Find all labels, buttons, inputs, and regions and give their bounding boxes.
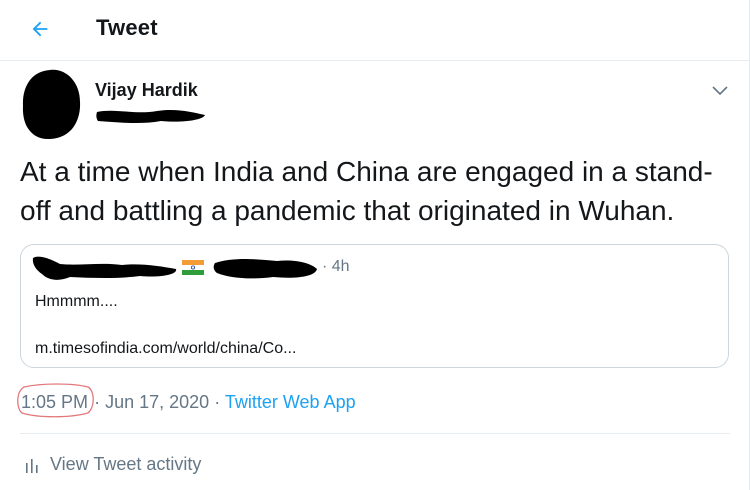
divider xyxy=(20,433,730,434)
arrow-left-icon xyxy=(32,21,48,37)
view-tweet-activity-link[interactable]: View Tweet activity xyxy=(24,454,201,475)
chevron-down-icon[interactable] xyxy=(708,78,732,102)
tweet-source-link[interactable]: Twitter Web App xyxy=(225,392,356,412)
author-handle-redacted[interactable] xyxy=(95,103,207,127)
bar-chart-icon xyxy=(26,458,38,473)
quoted-author-handle-redacted xyxy=(213,259,317,279)
quoted-tweet-link[interactable]: m.timesofindia.com/world/china/Co... xyxy=(35,340,296,358)
back-button[interactable] xyxy=(22,11,58,47)
page-title: Tweet xyxy=(96,15,158,40)
quoted-author-name-redacted xyxy=(32,256,177,280)
tweet-date[interactable]: Jun 17, 2020 xyxy=(105,392,209,412)
tweet-meta: 1:05 PM · Jun 17, 2020 · Twitter Web App xyxy=(20,392,356,413)
quoted-tweet-card[interactable]: · 4h Hmmmm.... m.timesofindia.com/world/… xyxy=(20,244,729,368)
meta-separator: · xyxy=(214,392,221,412)
meta-separator: · xyxy=(94,392,101,412)
avatar-redacted[interactable] xyxy=(20,68,82,140)
view-tweet-activity-label: View Tweet activity xyxy=(50,454,202,474)
india-flag-icon xyxy=(182,260,204,275)
quoted-tweet-time: · 4h xyxy=(322,258,350,275)
page-header: Tweet xyxy=(0,0,750,61)
author-name[interactable]: Vijay Hardik xyxy=(95,80,198,101)
quoted-tweet-text: Hmmmm.... xyxy=(35,293,118,310)
tweet-text: At a time when India and China are engag… xyxy=(20,156,713,226)
tweet-time-link[interactable]: 1:05 PM xyxy=(20,392,89,413)
